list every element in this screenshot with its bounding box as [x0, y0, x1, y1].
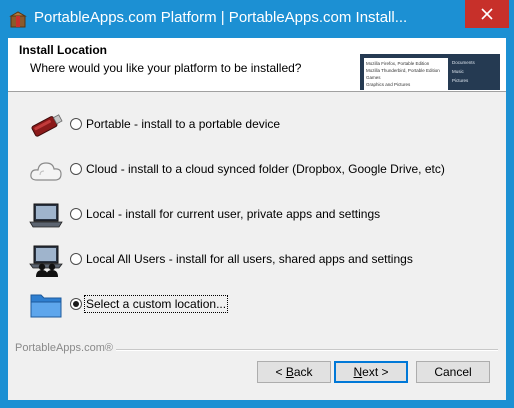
option-local-all-users-label[interactable]: Local All Users - install for all users,…: [86, 252, 413, 266]
option-cloud-label[interactable]: Cloud - install to a cloud synced folder…: [86, 162, 445, 176]
preview-app-item: Mozilla Thunderbird, Portable Edition: [366, 68, 440, 73]
page-header: Install Location Where would you like yo…: [8, 38, 506, 92]
option-local-label[interactable]: Local - install for current user, privat…: [86, 207, 380, 221]
laptop-users-icon: [29, 245, 63, 277]
page-title: Install Location: [19, 43, 108, 57]
close-button[interactable]: [465, 0, 509, 28]
next-accelerator: N: [353, 365, 363, 379]
back-button[interactable]: < Back: [257, 361, 331, 383]
preview-folder-list: Documents Music Pictures: [452, 58, 496, 90]
platform-preview-image: Mozilla Firefox, Portable Edition Mozill…: [360, 54, 500, 90]
folder-icon: [30, 294, 62, 318]
portable-radio[interactable]: [70, 118, 82, 130]
cloud-icon: [30, 162, 62, 181]
option-custom-location-label[interactable]: Select a custom location...: [83, 295, 229, 313]
next-rest: ext >: [362, 365, 389, 379]
back-accelerator: B: [285, 365, 294, 379]
option-local-all-users[interactable]: Local All Users - install for all users,…: [28, 243, 498, 277]
preview-app-list: Mozilla Firefox, Portable Edition Mozill…: [364, 58, 448, 90]
preview-folder-item: Documents: [452, 60, 475, 65]
page-subtitle: Where would you like your platform to be…: [30, 61, 302, 75]
option-custom-location[interactable]: Select a custom location...: [28, 288, 498, 322]
preview-folder-item: Pictures: [452, 78, 469, 83]
local-radio[interactable]: [70, 208, 82, 220]
back-prefix: <: [275, 365, 286, 379]
option-cloud[interactable]: Cloud - install to a cloud synced folder…: [28, 153, 498, 187]
option-portable-label[interactable]: Portable - install to a portable device: [86, 117, 280, 131]
title-bar[interactable]: PortableApps.com Platform | PortableApps…: [0, 0, 514, 38]
back-rest: ack: [293, 365, 313, 379]
option-local[interactable]: Local - install for current user, privat…: [28, 198, 498, 232]
local-all-users-radio[interactable]: [70, 253, 82, 265]
brand-label: PortableApps.com®: [15, 342, 113, 354]
custom-location-radio[interactable]: [70, 298, 82, 310]
dialog-body: Install Location Where would you like yo…: [8, 38, 506, 400]
usb-drive-icon: [31, 114, 63, 137]
cloud-radio[interactable]: [70, 163, 82, 175]
preview-app-item: Graphics and Pictures: [366, 82, 411, 87]
window-title: PortableApps.com Platform | PortableApps…: [34, 9, 408, 26]
preview-app-item: Games: [366, 75, 381, 80]
cancel-button[interactable]: Cancel: [416, 361, 490, 383]
laptop-icon: [29, 203, 63, 228]
installer-app-icon: [9, 11, 27, 28]
preview-folder-item: Music: [452, 69, 464, 74]
footer-divider: [116, 349, 498, 351]
next-button[interactable]: Next >: [334, 361, 408, 383]
preview-app-item: Mozilla Firefox, Portable Edition: [366, 61, 430, 66]
close-icon: [481, 8, 493, 20]
option-portable[interactable]: Portable - install to a portable device: [28, 108, 498, 142]
installer-window: PortableApps.com Platform | PortableApps…: [0, 0, 514, 408]
